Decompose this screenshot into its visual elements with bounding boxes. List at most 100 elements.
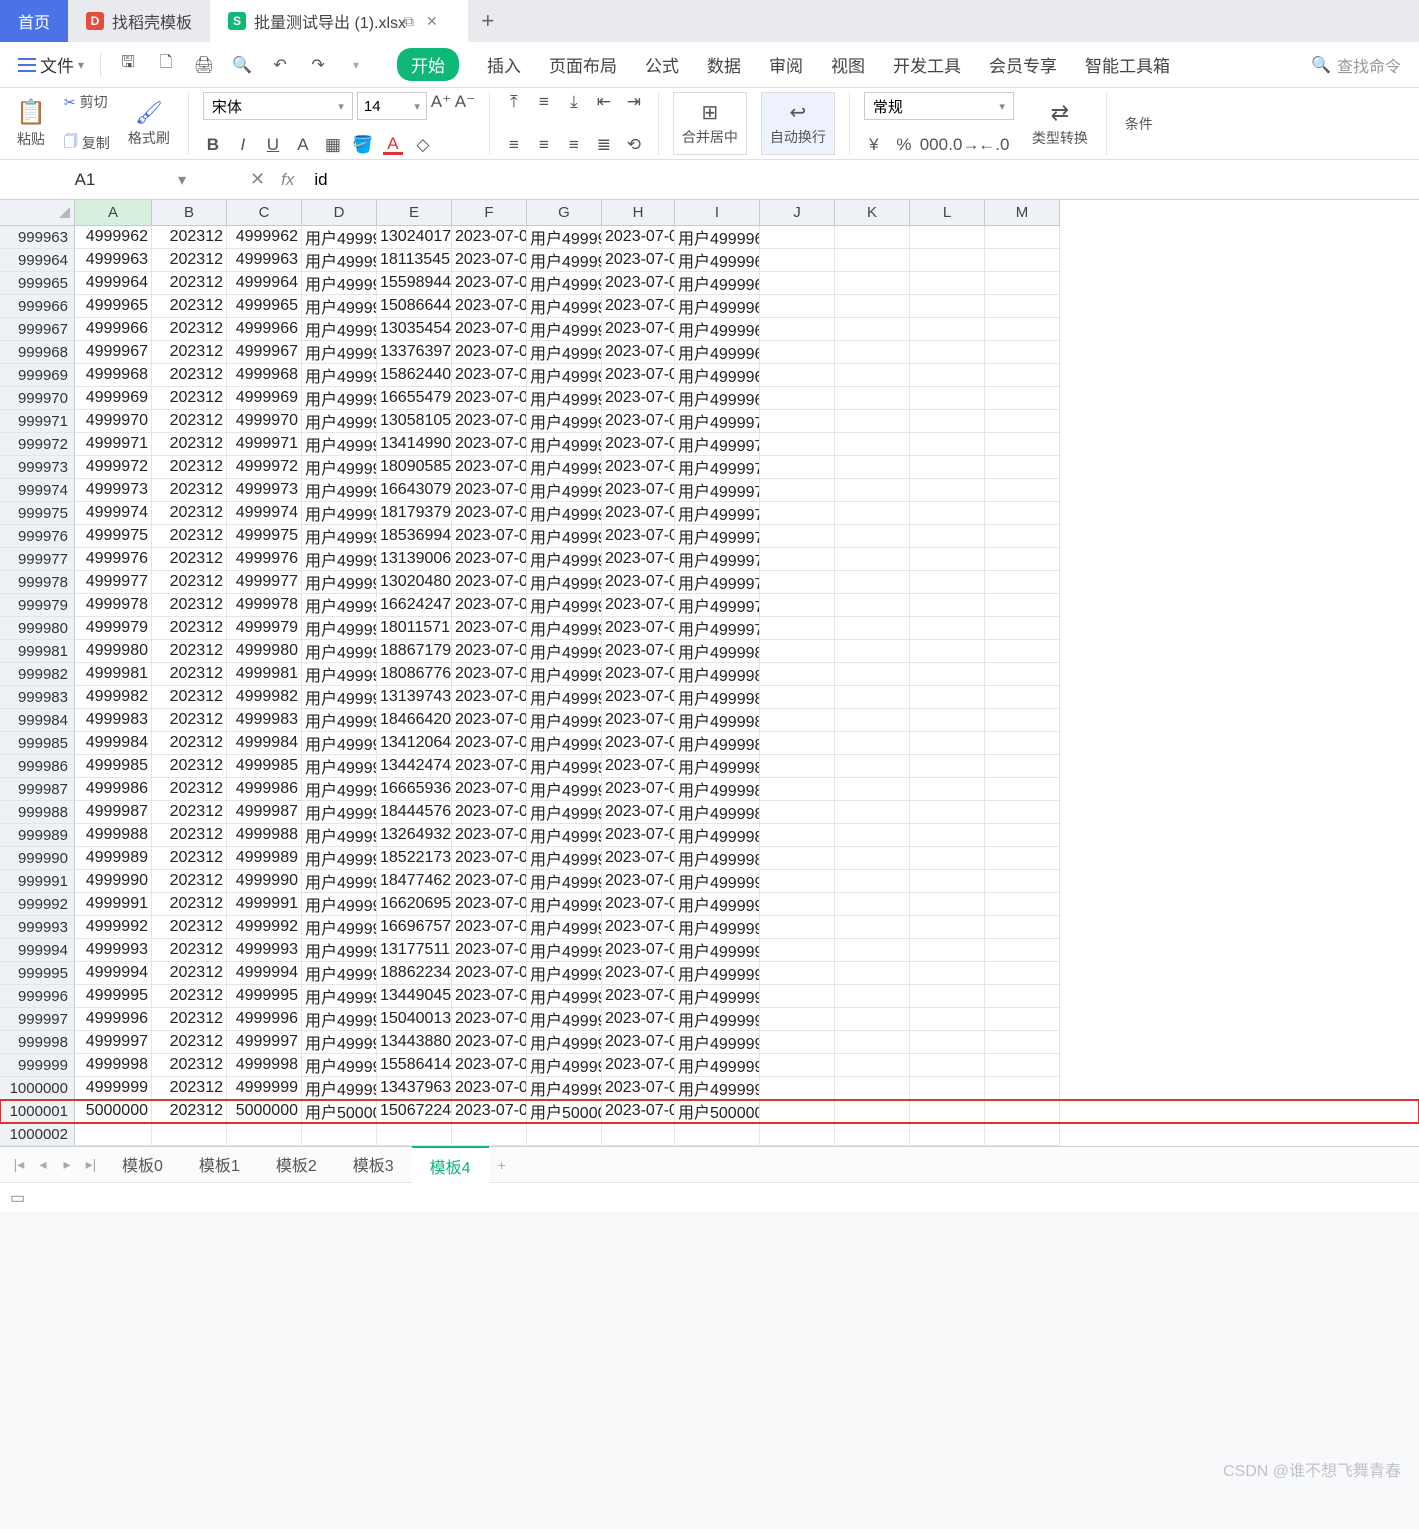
cell[interactable]: 用户49999 bbox=[527, 525, 602, 548]
percent-icon[interactable]: % bbox=[894, 135, 914, 155]
cell[interactable]: 用户49999 bbox=[527, 732, 602, 755]
table-row[interactable]: 99998649999852023124999985用户499991344247… bbox=[0, 755, 1419, 778]
cell[interactable] bbox=[760, 548, 835, 571]
cell[interactable] bbox=[910, 1123, 985, 1146]
cell[interactable] bbox=[835, 571, 910, 594]
cell[interactable]: 用户4999967 bbox=[675, 341, 760, 364]
align-left-icon[interactable]: ≡ bbox=[504, 135, 524, 155]
table-row[interactable]: 99996849999672023124999967用户499991337639… bbox=[0, 341, 1419, 364]
cell[interactable] bbox=[835, 1123, 910, 1146]
row-header[interactable]: 999983 bbox=[0, 686, 75, 709]
cell[interactable] bbox=[835, 985, 910, 1008]
cell[interactable]: 202312 bbox=[152, 525, 227, 548]
ribbon-tab-review[interactable]: 审阅 bbox=[769, 52, 803, 77]
cell[interactable]: 4999966 bbox=[75, 318, 152, 341]
cell[interactable]: 2023-07-02 bbox=[602, 1031, 675, 1054]
cut-button[interactable]: ✂剪切 bbox=[64, 92, 110, 112]
cell[interactable]: 2023-07-02 bbox=[602, 755, 675, 778]
cell[interactable]: 4999995 bbox=[75, 985, 152, 1008]
cell[interactable] bbox=[910, 801, 985, 824]
font-decrease-icon[interactable]: A⁻ bbox=[455, 92, 475, 112]
cell[interactable]: 4999999 bbox=[227, 1077, 302, 1100]
cell[interactable] bbox=[760, 824, 835, 847]
cell[interactable]: 130581054 bbox=[377, 410, 452, 433]
row-header[interactable]: 999972 bbox=[0, 433, 75, 456]
tab-doc-templates[interactable]: D 找稻壳模板 bbox=[68, 0, 210, 42]
cell[interactable] bbox=[910, 1031, 985, 1054]
cell[interactable]: 4999998 bbox=[75, 1054, 152, 1077]
row-header[interactable]: 999971 bbox=[0, 410, 75, 433]
cell[interactable]: 4999984 bbox=[227, 732, 302, 755]
cell[interactable] bbox=[910, 870, 985, 893]
cell[interactable]: 用户49999 bbox=[527, 318, 602, 341]
cell[interactable]: 2023-07-02 bbox=[452, 226, 527, 249]
cell[interactable]: 166242477 bbox=[377, 594, 452, 617]
cell[interactable]: 202312 bbox=[152, 916, 227, 939]
cell[interactable]: 202312 bbox=[152, 1008, 227, 1031]
cell[interactable]: 用户4999994 bbox=[675, 962, 760, 985]
cell[interactable] bbox=[985, 893, 1060, 916]
cell[interactable] bbox=[835, 226, 910, 249]
add-sheet-button[interactable]: + bbox=[491, 1154, 513, 1176]
cell[interactable] bbox=[910, 364, 985, 387]
cell[interactable]: 202312 bbox=[152, 318, 227, 341]
cell[interactable]: 用户49999 bbox=[527, 801, 602, 824]
cell[interactable]: 4999996 bbox=[227, 1008, 302, 1031]
cell[interactable]: 2023-07-02 bbox=[602, 226, 675, 249]
cell[interactable]: 4999969 bbox=[227, 387, 302, 410]
cell[interactable]: 用户49999 bbox=[527, 479, 602, 502]
cell[interactable]: 2023-07-02 bbox=[452, 755, 527, 778]
cell[interactable]: 2023-07-02 bbox=[452, 249, 527, 272]
cell[interactable]: 2023-07-02 bbox=[602, 525, 675, 548]
cell[interactable]: 用户4999995 bbox=[675, 985, 760, 1008]
row-header[interactable]: 999978 bbox=[0, 571, 75, 594]
table-row[interactable]: 99996449999632023124999963用户499991811354… bbox=[0, 249, 1419, 272]
cell[interactable]: 202312 bbox=[152, 939, 227, 962]
cell[interactable]: 202312 bbox=[152, 364, 227, 387]
cell[interactable]: 2023-07-02 bbox=[452, 801, 527, 824]
cell[interactable]: 用户4999990 bbox=[675, 870, 760, 893]
cell[interactable]: 202312 bbox=[152, 502, 227, 525]
cell[interactable]: 2023-07-02 bbox=[602, 1077, 675, 1100]
cell[interactable]: 用户50000 bbox=[302, 1100, 377, 1123]
cell[interactable]: 用户4999988 bbox=[675, 824, 760, 847]
sheet-tab[interactable]: 模板1 bbox=[181, 1146, 258, 1184]
cell[interactable]: 184774627 bbox=[377, 870, 452, 893]
cell[interactable]: 用户4999964 bbox=[675, 272, 760, 295]
cell[interactable]: 5000000 bbox=[227, 1100, 302, 1123]
row-header[interactable]: 999994 bbox=[0, 939, 75, 962]
cell[interactable]: 2023-07-02 bbox=[602, 939, 675, 962]
cell[interactable]: 4999978 bbox=[227, 594, 302, 617]
cell[interactable] bbox=[760, 456, 835, 479]
cell[interactable]: 2023-07-02 bbox=[602, 1008, 675, 1031]
row-header[interactable]: 999996 bbox=[0, 985, 75, 1008]
cell[interactable]: 用户4999975 bbox=[675, 525, 760, 548]
cell[interactable]: 2023-07-02 bbox=[602, 801, 675, 824]
cell[interactable] bbox=[910, 893, 985, 916]
table-row[interactable]: 99999749999962023124999996用户499991504001… bbox=[0, 1008, 1419, 1031]
row-header[interactable]: 999963 bbox=[0, 226, 75, 249]
cell[interactable] bbox=[985, 962, 1060, 985]
cell[interactable]: 4999994 bbox=[75, 962, 152, 985]
cell[interactable] bbox=[985, 272, 1060, 295]
cell[interactable]: 4999993 bbox=[75, 939, 152, 962]
cell[interactable]: 131397437 bbox=[377, 686, 452, 709]
cell[interactable]: 2023-07-02 bbox=[452, 456, 527, 479]
cell[interactable] bbox=[602, 1123, 675, 1146]
cell[interactable] bbox=[835, 686, 910, 709]
cell[interactable]: 2023-07-02 bbox=[452, 433, 527, 456]
cell[interactable] bbox=[835, 1100, 910, 1123]
cell[interactable] bbox=[910, 410, 985, 433]
cell[interactable]: 4999986 bbox=[227, 778, 302, 801]
row-header[interactable]: 999981 bbox=[0, 640, 75, 663]
cell[interactable]: 2023-07-02 bbox=[452, 939, 527, 962]
conditional-format-button[interactable]: 条件 bbox=[1121, 92, 1153, 155]
cell[interactable] bbox=[910, 732, 985, 755]
align-top-icon[interactable]: ⤒ bbox=[504, 92, 524, 112]
cell[interactable]: 202312 bbox=[152, 709, 227, 732]
cell[interactable]: 用户49999 bbox=[302, 962, 377, 985]
cell[interactable]: 184445769 bbox=[377, 801, 452, 824]
cell[interactable]: 2023-07-02 bbox=[452, 364, 527, 387]
fx-icon[interactable]: fx bbox=[271, 170, 304, 190]
column-header-K[interactable]: K bbox=[835, 200, 910, 226]
